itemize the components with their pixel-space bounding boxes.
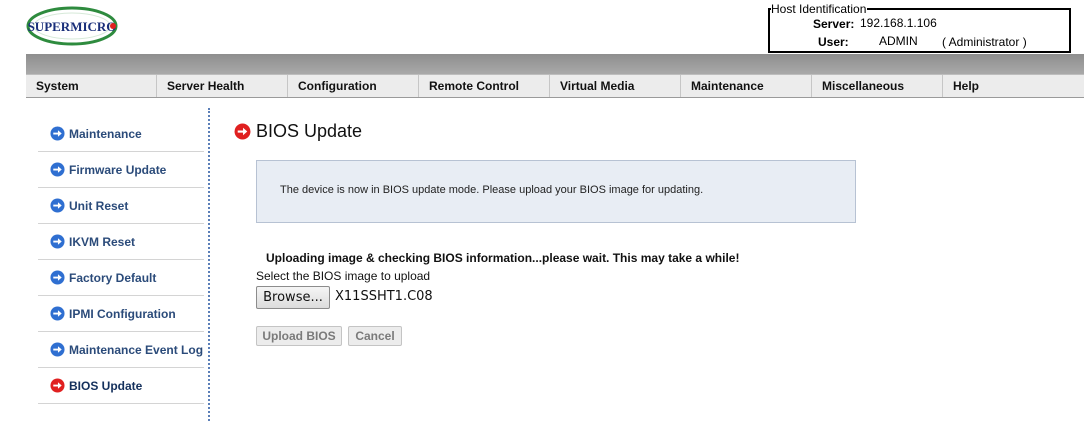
server-label: Server: xyxy=(813,17,855,31)
arrow-right-circle-active-icon xyxy=(234,123,251,140)
sidebar-item-maintenance[interactable]: Maintenance xyxy=(38,116,204,152)
sidebar-item-label: Unit Reset xyxy=(69,198,129,213)
arrow-right-circle-icon xyxy=(50,234,65,249)
menu-remote-control[interactable]: Remote Control xyxy=(419,75,550,97)
upload-bios-button[interactable]: Upload BIOS xyxy=(256,326,342,346)
logo-text: SUPERMICRO xyxy=(28,19,117,34)
sidebar: Maintenance Firmware Update Unit Reset I… xyxy=(38,116,204,404)
browse-button[interactable]: Browse... xyxy=(256,286,330,309)
header: SUPERMICRO Host Identification Server: 1… xyxy=(0,0,1084,54)
menu-maintenance[interactable]: Maintenance xyxy=(681,75,812,97)
user-label: User: xyxy=(818,35,849,49)
menu-help[interactable]: Help xyxy=(943,75,1074,97)
sidebar-item-label: IKVM Reset xyxy=(69,234,136,249)
arrow-right-circle-icon xyxy=(50,162,65,177)
page-title: BIOS Update xyxy=(234,121,362,142)
sidebar-item-label: Maintenance xyxy=(69,126,142,141)
sidebar-item-label: BIOS Update xyxy=(69,378,143,393)
sidebar-item-bios-update[interactable]: BIOS Update xyxy=(38,368,204,404)
page-title-text: BIOS Update xyxy=(256,121,363,141)
sidebar-item-label: Firmware Update xyxy=(69,162,167,177)
user-value: ADMIN xyxy=(879,34,918,48)
menu-configuration[interactable]: Configuration xyxy=(288,75,419,97)
info-box: The device is now in BIOS update mode. P… xyxy=(256,160,856,223)
arrow-right-circle-icon xyxy=(50,198,65,213)
sidebar-item-ipmi-configuration[interactable]: IPMI Configuration xyxy=(38,296,204,332)
selected-file-name: X11SSHT1.C08 xyxy=(335,289,433,304)
host-identification-panel: Host Identification Server: 192.168.1.10… xyxy=(768,2,1071,53)
sidebar-item-ikvm-reset[interactable]: IKVM Reset xyxy=(38,224,204,260)
sidebar-item-firmware-update[interactable]: Firmware Update xyxy=(38,152,204,188)
sidebar-divider xyxy=(208,108,210,421)
main-menu: System Server Health Configuration Remot… xyxy=(26,74,1084,98)
menu-server-health[interactable]: Server Health xyxy=(157,75,288,97)
sidebar-item-unit-reset[interactable]: Unit Reset xyxy=(38,188,204,224)
arrow-right-circle-active-icon xyxy=(50,378,65,393)
sidebar-item-maintenance-event-log[interactable]: Maintenance Event Log xyxy=(38,332,204,368)
cancel-button[interactable]: Cancel xyxy=(348,326,402,346)
sidebar-item-label: Factory Default xyxy=(69,270,157,285)
arrow-right-circle-icon xyxy=(50,126,65,141)
arrow-right-circle-icon xyxy=(50,342,65,357)
info-message: The device is now in BIOS update mode. P… xyxy=(280,184,704,196)
header-gray-bar xyxy=(26,54,1084,74)
sidebar-item-factory-default[interactable]: Factory Default xyxy=(38,260,204,296)
supermicro-logo: SUPERMICRO xyxy=(26,6,118,46)
host-identification-legend: Host Identification xyxy=(771,2,868,16)
wait-message: Uploading image & checking BIOS informat… xyxy=(266,251,740,265)
server-value: 192.168.1.106 xyxy=(860,16,937,30)
user-role: ( Administrator ) xyxy=(942,35,1027,49)
sidebar-item-label: Maintenance Event Log xyxy=(69,342,204,357)
menu-virtual-media[interactable]: Virtual Media xyxy=(550,75,681,97)
arrow-right-circle-icon xyxy=(50,306,65,321)
select-image-label: Select the BIOS image to upload xyxy=(256,269,431,283)
arrow-right-circle-icon xyxy=(50,270,65,285)
menu-system[interactable]: System xyxy=(26,75,157,97)
menu-miscellaneous[interactable]: Miscellaneous xyxy=(812,75,943,97)
sidebar-item-label: IPMI Configuration xyxy=(69,306,176,321)
